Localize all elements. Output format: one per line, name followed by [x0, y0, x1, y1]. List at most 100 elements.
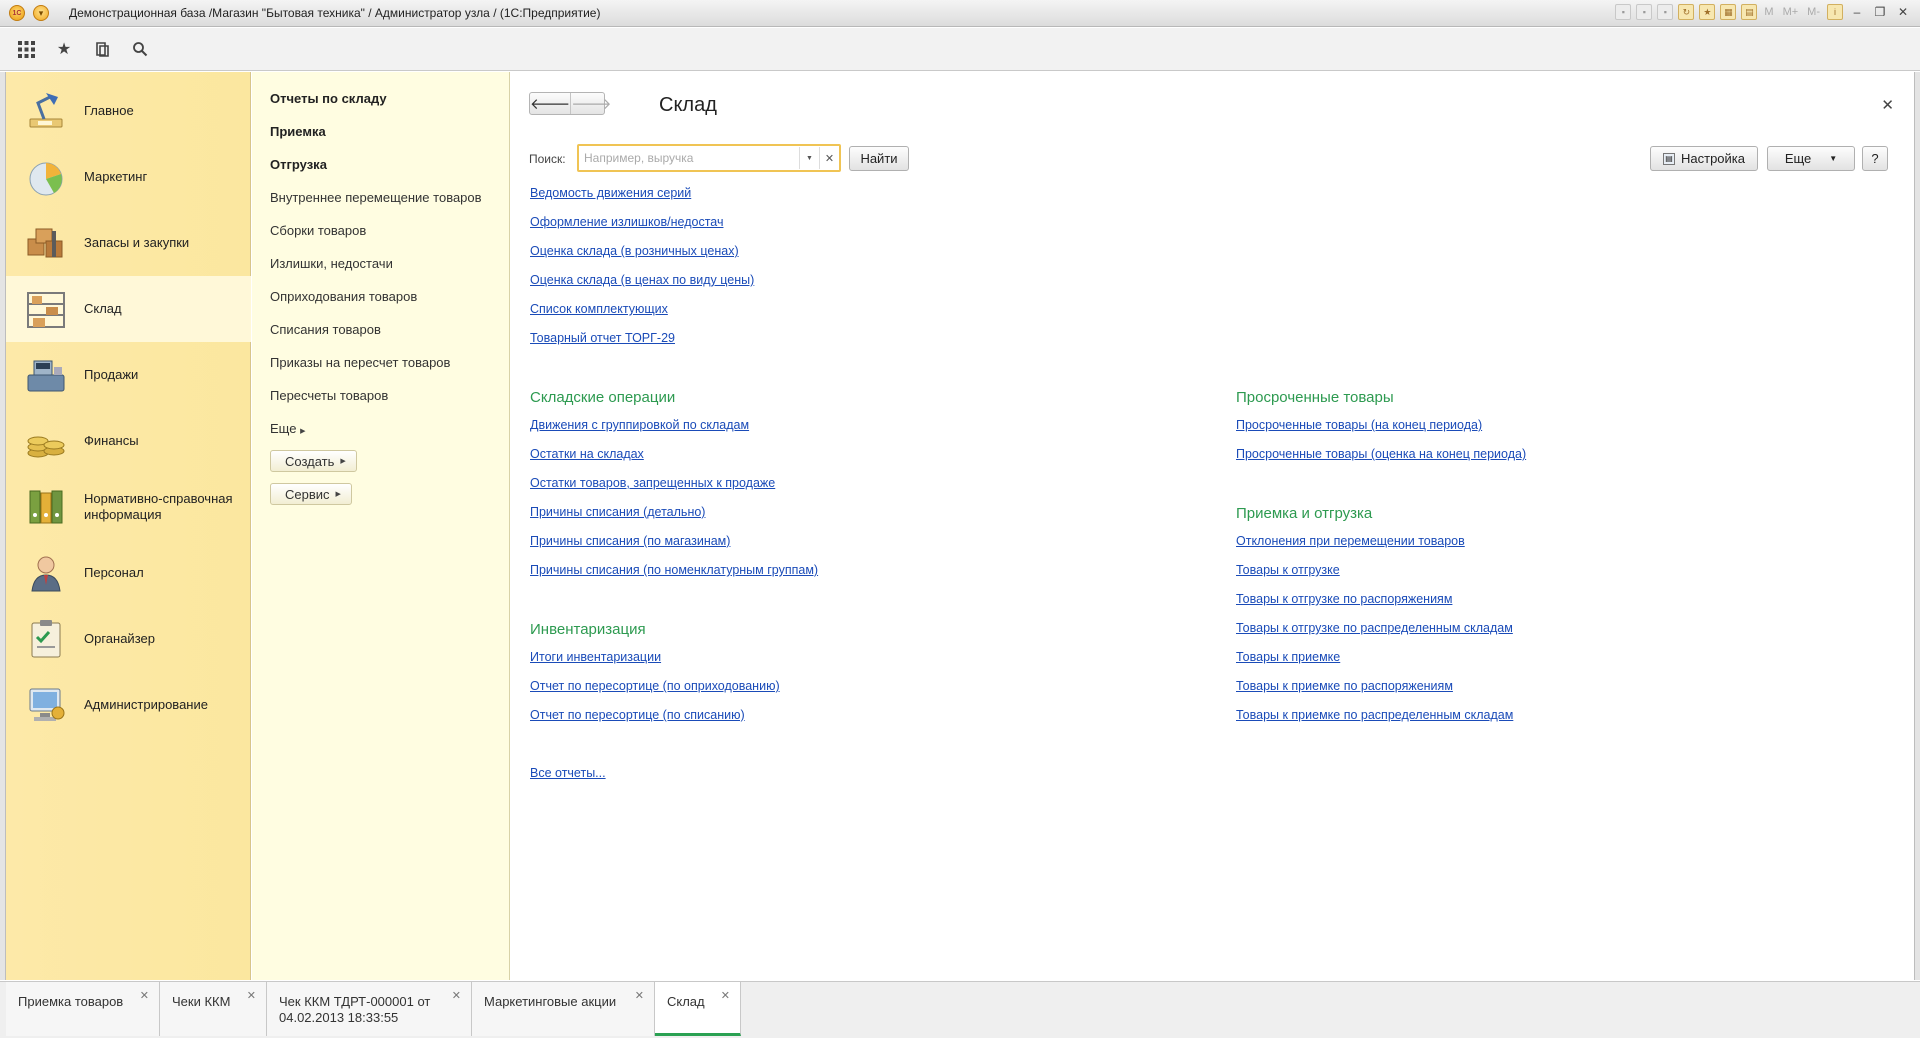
close-icon[interactable]: ✕	[1881, 96, 1894, 114]
report-link[interactable]: Оформление излишков/недостач	[530, 215, 723, 229]
close-icon[interactable]: ✕	[452, 988, 461, 1004]
report-link[interactable]: Движения с группировкой по складам	[530, 418, 749, 432]
page-title: Склад	[659, 94, 717, 116]
more-button-label: Еще	[1784, 151, 1812, 166]
tab-kkm-receipt-doc[interactable]: Чек ККМ ТДРТ-000001 от 04.02.2013 18:33:…	[267, 982, 472, 1036]
section-main[interactable]: Главное	[6, 78, 251, 144]
close-icon[interactable]: ✕	[247, 988, 256, 1004]
section-finance[interactable]: Финансы	[6, 408, 251, 474]
report-link[interactable]: Список комплектующих	[530, 302, 668, 316]
nav-item-recount-orders[interactable]: Приказы на пересчет товаров	[270, 355, 450, 370]
person-icon	[24, 551, 68, 595]
service-button[interactable]: Сервис ▶	[270, 483, 352, 505]
chevron-down-icon[interactable]: ▼	[799, 147, 819, 169]
close-icon[interactable]: ✕	[140, 988, 149, 1004]
window-title: Демонстрационная база /Магазин "Бытовая …	[69, 6, 601, 20]
tab-label: Приемка товаров	[18, 994, 124, 1009]
report-link[interactable]: Оценка склада (в розничных ценах)	[530, 244, 739, 258]
group-title-inventory: Инвентаризация	[530, 621, 646, 638]
create-button[interactable]: Создать ▶	[270, 450, 357, 472]
section-stock-purchases[interactable]: Запасы и закупки	[6, 210, 251, 276]
tab-warehouse[interactable]: Склад ✕	[655, 982, 741, 1036]
nav-more-link[interactable]: Еще ▶	[270, 421, 305, 436]
section-sales[interactable]: Продажи	[6, 342, 251, 408]
report-link[interactable]: Причины списания (по номенклатурным груп…	[530, 563, 818, 577]
info-icon[interactable]: i	[1827, 4, 1843, 20]
title-bar-tools: ▪ ▪ ▪ ↻ ★ ▦ ▤ M M+ M- i – ❐ ✕	[1615, 4, 1912, 20]
section-marketing[interactable]: Маркетинг	[6, 144, 251, 210]
memory-minus-button[interactable]: M-	[1805, 6, 1822, 18]
app-logo-icon[interactable]: 1C	[9, 5, 25, 21]
favorites-icon[interactable]: ★	[1699, 4, 1716, 20]
close-icon[interactable]: ✕	[721, 988, 730, 1004]
report-link[interactable]: Товары к отгрузке	[1236, 563, 1340, 577]
nav-item-warehouse-reports[interactable]: Отчеты по складу	[270, 91, 387, 106]
nav-item-recounts[interactable]: Пересчеты товаров	[270, 388, 388, 403]
report-link[interactable]: Товары к приемке по распределенным склад…	[1236, 708, 1513, 722]
calculator-icon[interactable]: ▦	[1720, 4, 1737, 20]
report-link[interactable]: Товары к приемке	[1236, 650, 1340, 664]
create-button-label: Создать	[285, 453, 335, 469]
clipboard-icon	[24, 617, 68, 661]
calendar-icon[interactable]: ▤	[1741, 4, 1758, 20]
minimize-icon[interactable]: –	[1848, 5, 1866, 19]
favorites-star-icon[interactable]: ★	[54, 39, 74, 59]
section-organizer[interactable]: Органайзер	[6, 606, 251, 672]
window-close-icon[interactable]: ✕	[1894, 5, 1912, 19]
report-link[interactable]: Товары к отгрузке по распределенным скла…	[1236, 621, 1513, 635]
report-link[interactable]: Оценка склада (в ценах по виду цены)	[530, 273, 754, 287]
report-link[interactable]: Отклонения при перемещении товаров	[1236, 534, 1465, 548]
section-warehouse[interactable]: Склад	[6, 276, 251, 342]
report-link[interactable]: Остатки товаров, запрещенных к продаже	[530, 476, 775, 490]
preview-icon[interactable]: ▪	[1657, 4, 1674, 20]
report-link[interactable]: Товары к приемке по распоряжениям	[1236, 679, 1453, 693]
section-administration[interactable]: Администрирование	[6, 672, 251, 738]
main-content: 🡐 🡒 Склад ✕ Поиск: ▼ ✕ Найти ▤ Настройка…	[511, 72, 1914, 980]
clear-icon[interactable]: ✕	[819, 147, 839, 169]
section-personnel[interactable]: Персонал	[6, 540, 251, 606]
tab-goods-receipt[interactable]: Приемка товаров ✕	[6, 982, 160, 1036]
close-icon[interactable]: ✕	[635, 988, 644, 1004]
nav-item-surplus-shortage[interactable]: Излишки, недостачи	[270, 256, 393, 271]
report-link[interactable]: Отчет по пересортице (по оприходованию)	[530, 679, 780, 693]
section-reference-info[interactable]: Нормативно-справочная информация	[6, 474, 251, 540]
report-link[interactable]: Просроченные товары (на конец периода)	[1236, 418, 1482, 432]
nav-item-internal-transfer[interactable]: Внутреннее перемещение товаров	[270, 190, 482, 205]
search-input[interactable]	[579, 147, 799, 169]
report-link[interactable]: Ведомость движения серий	[530, 186, 691, 200]
nav-item-writeoffs[interactable]: Списания товаров	[270, 322, 381, 337]
forward-arrow-icon[interactable]: 🡒	[570, 93, 611, 114]
print-icon[interactable]: ▪	[1636, 4, 1653, 20]
section-label: Финансы	[84, 433, 139, 448]
all-reports-link[interactable]: Все отчеты...	[530, 766, 606, 780]
search-icon[interactable]	[130, 39, 150, 59]
main-menu-icon[interactable]: ▾	[33, 5, 49, 21]
save-icon[interactable]: ▪	[1615, 4, 1632, 20]
tab-kkm-receipts[interactable]: Чеки ККМ ✕	[160, 982, 267, 1036]
report-link[interactable]: Причины списания (по магазинам)	[530, 534, 730, 548]
more-button[interactable]: Еще ▼	[1767, 146, 1855, 171]
restore-icon[interactable]: ❐	[1871, 5, 1889, 19]
settings-button[interactable]: ▤ Настройка	[1650, 146, 1758, 171]
nav-item-receiving[interactable]: Приемка	[270, 124, 326, 139]
report-link[interactable]: Просроченные товары (оценка на конец пер…	[1236, 447, 1526, 461]
find-button[interactable]: Найти	[849, 146, 909, 171]
report-link[interactable]: Причины списания (детально)	[530, 505, 705, 519]
section-label: Склад	[84, 301, 122, 316]
history-icon[interactable]	[92, 39, 112, 59]
memory-button[interactable]: M	[1762, 6, 1775, 18]
nav-item-receipts[interactable]: Оприходования товаров	[270, 289, 417, 304]
report-link[interactable]: Остатки на складах	[530, 447, 644, 461]
report-link[interactable]: Товарный отчет ТОРГ-29	[530, 331, 675, 345]
report-link[interactable]: Товары к отгрузке по распоряжениям	[1236, 592, 1452, 606]
nav-item-assemblies[interactable]: Сборки товаров	[270, 223, 366, 238]
nav-item-shipping[interactable]: Отгрузка	[270, 157, 327, 172]
all-functions-icon[interactable]	[16, 39, 36, 59]
report-link[interactable]: Итоги инвентаризации	[530, 650, 661, 664]
report-link[interactable]: Отчет по пересортице (по списанию)	[530, 708, 745, 722]
history-icon[interactable]: ↻	[1678, 4, 1695, 20]
memory-plus-button[interactable]: M+	[1781, 6, 1801, 18]
help-button[interactable]: ?	[1862, 146, 1888, 171]
back-arrow-icon[interactable]: 🡐	[530, 93, 570, 114]
tab-marketing-promotions[interactable]: Маркетинговые акции ✕	[472, 982, 655, 1036]
